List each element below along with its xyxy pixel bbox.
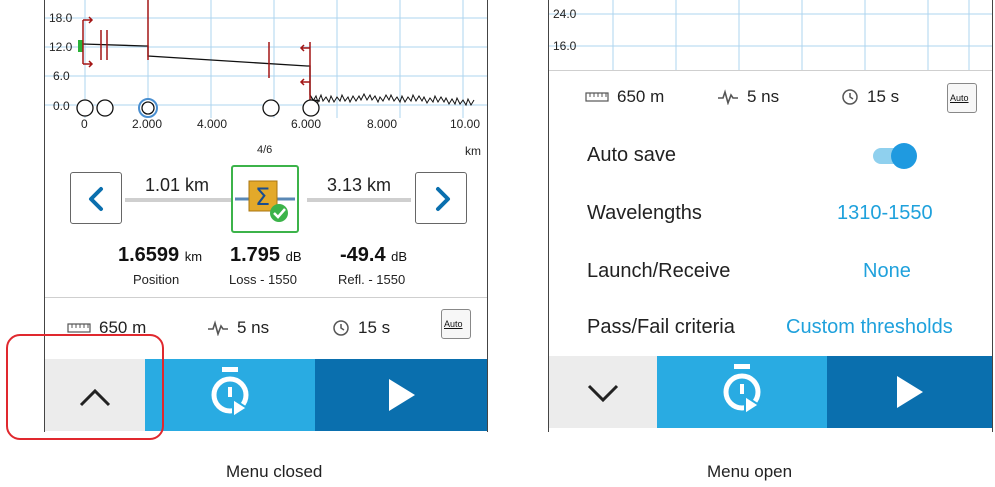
prev-event-distance: 1.01 km xyxy=(145,175,210,195)
chevron-right-icon xyxy=(436,187,450,211)
prev-span-line xyxy=(125,198,235,202)
launch-receive-label: Launch/Receive xyxy=(587,260,731,282)
menu-item-pass-fail[interactable]: Pass/Fail criteria Custom thresholds xyxy=(549,300,992,356)
auto-settings-button[interactable]: Auto xyxy=(947,83,977,113)
otdr-trace-chart[interactable]: 18.0 12.0 6.0 0.0 0 2.000 4.000 6.000 8.… xyxy=(45,0,487,135)
x-tick-label: 6.000 xyxy=(291,117,321,131)
loss-label: Loss - 1550 xyxy=(229,272,297,287)
pulse-value: 5 ns xyxy=(747,87,780,106)
menu-item-launch-receive[interactable]: Launch/Receive None xyxy=(549,244,992,300)
ruler-icon xyxy=(67,323,91,333)
distance-range-setting: 650 m xyxy=(585,87,664,107)
pulse-width-setting: 5 ns xyxy=(207,318,269,338)
pulse-value: 5 ns xyxy=(237,318,270,337)
y-tick-label: 0.0 xyxy=(53,99,70,113)
auto-settings-button[interactable]: Auto xyxy=(441,309,471,339)
y-tick-label: 24.0 xyxy=(553,7,577,21)
menu-item-wavelengths[interactable]: Wavelengths 1310-1550 xyxy=(549,186,992,242)
splice-event-icon: Σ xyxy=(235,180,295,222)
start-acquisition-button[interactable] xyxy=(827,356,992,428)
chevron-down-icon xyxy=(587,384,619,403)
menu-button-highlight xyxy=(6,334,164,440)
x-tick-label: 2.000 xyxy=(132,117,162,131)
clock-icon xyxy=(333,320,349,336)
previous-event-button[interactable] xyxy=(70,172,122,224)
y-tick-label: 18.0 xyxy=(49,11,73,25)
left-caption: Menu closed xyxy=(226,462,323,481)
wavelengths-value: 1310-1550 xyxy=(837,202,933,224)
time-value: 15 s xyxy=(867,87,900,106)
pass-fail-value: Custom thresholds xyxy=(786,316,953,338)
next-span-line xyxy=(307,198,411,202)
x-tick-label: 10.00 xyxy=(450,117,480,131)
auto-label: Auto xyxy=(950,93,969,103)
acquisition-time-setting: 15 s xyxy=(332,318,390,338)
auto-save-toggle[interactable] xyxy=(873,143,917,169)
y-tick-label: 12.0 xyxy=(49,40,73,54)
collapse-menu-button[interactable] xyxy=(549,356,657,428)
stopwatch-play-icon xyxy=(211,367,249,419)
svg-text:Σ: Σ xyxy=(255,183,270,211)
chart-grid xyxy=(45,0,487,118)
play-icon xyxy=(897,376,923,408)
x-tick-label: 0 xyxy=(81,117,88,131)
x-tick-label: 8.000 xyxy=(367,117,397,131)
reflectance-value: -49.4 dB xyxy=(340,244,408,266)
menu-item-auto-save[interactable]: Auto save xyxy=(549,128,992,184)
y-tick-label: 16.0 xyxy=(553,39,577,53)
menu-open-panel: 24.0 16.0 650 m 5 ns 15 s Auto Auto save… xyxy=(548,0,993,432)
acquisition-settings-row[interactable]: 650 m 5 ns 15 s Auto xyxy=(549,70,992,127)
x-tick-label: 4.000 xyxy=(197,117,227,131)
pulse-width-setting: 5 ns xyxy=(717,87,779,107)
wavelengths-label: Wavelengths xyxy=(587,202,702,224)
toggle-knob xyxy=(891,143,917,169)
play-icon xyxy=(389,379,415,411)
chevron-left-icon xyxy=(89,187,103,211)
reflectance-label: Refl. - 1550 xyxy=(338,272,406,287)
pulse-icon xyxy=(208,320,228,336)
otdr-trace-chart-partial: 24.0 16.0 xyxy=(549,0,992,70)
next-event-distance: 3.13 km xyxy=(327,175,392,195)
fiber-trace xyxy=(78,40,475,107)
start-acquisition-button[interactable] xyxy=(315,359,487,431)
time-value: 15 s xyxy=(358,318,391,337)
timer-button[interactable] xyxy=(145,359,315,431)
auto-label: Auto xyxy=(444,319,463,329)
event-circles[interactable] xyxy=(76,98,320,118)
position-value: 1.6599 km xyxy=(118,244,203,266)
right-caption: Menu open xyxy=(707,462,793,481)
bottom-action-bar xyxy=(549,356,992,428)
y-tick-label: 6.0 xyxy=(53,69,70,83)
ruler-icon xyxy=(585,92,609,102)
clock-icon xyxy=(842,89,858,105)
pulse-icon xyxy=(718,89,738,105)
stopwatch-play-icon xyxy=(723,364,761,416)
distance-unit: km xyxy=(465,144,481,158)
loss-value: 1.795 dB xyxy=(230,244,302,266)
distance-value: 650 m xyxy=(617,87,665,106)
next-event-button[interactable] xyxy=(415,172,467,224)
auto-save-label: Auto save xyxy=(587,144,676,166)
current-event-icon[interactable]: Σ xyxy=(231,165,299,233)
acquisition-time-setting: 15 s xyxy=(841,87,899,107)
event-counter: 4/6 xyxy=(257,144,273,156)
launch-receive-value: None xyxy=(863,260,911,282)
event-markers xyxy=(82,0,311,100)
pass-fail-label: Pass/Fail criteria xyxy=(587,316,735,338)
position-label: Position xyxy=(133,272,180,287)
timer-button[interactable] xyxy=(657,356,827,428)
